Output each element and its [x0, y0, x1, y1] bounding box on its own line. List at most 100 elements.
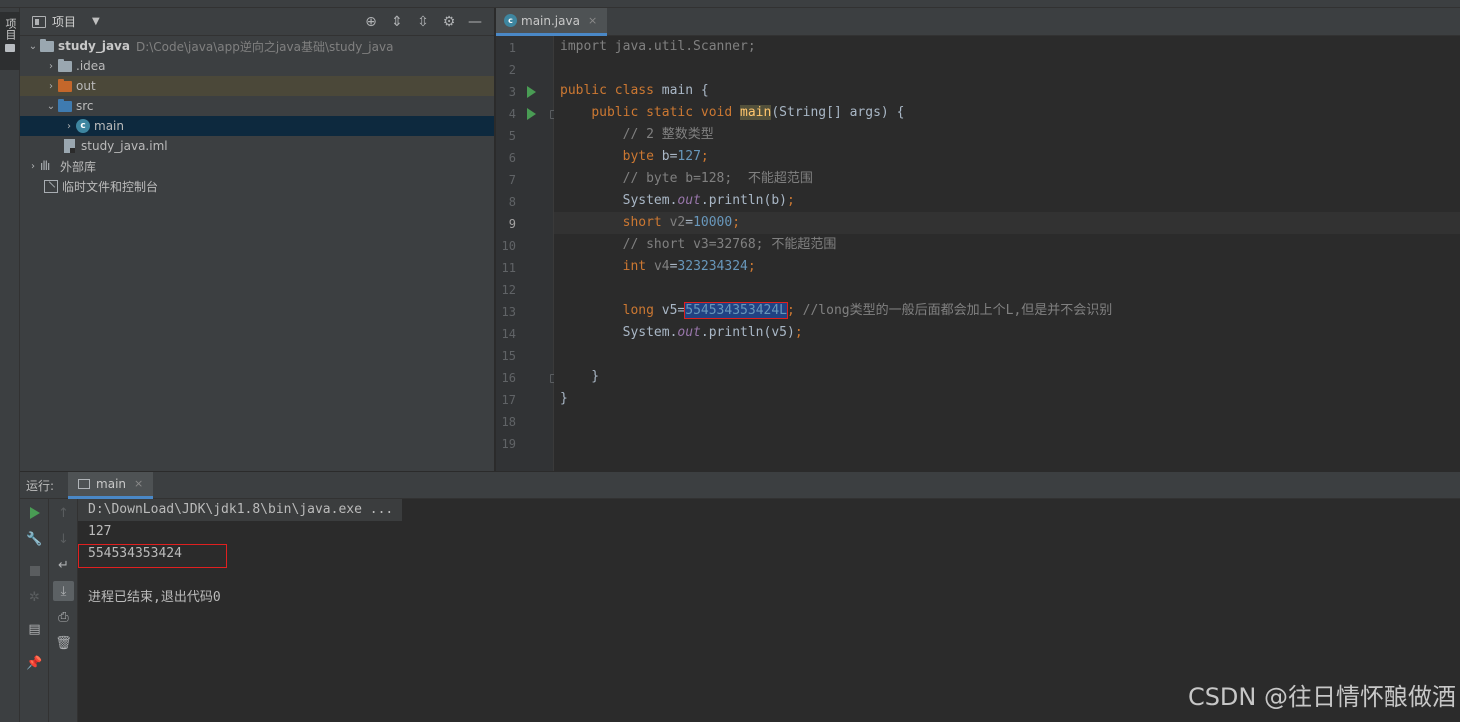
run-panel-header: 运行: main ×: [20, 471, 1460, 499]
trash-icon[interactable]: 🗑: [53, 633, 74, 653]
stop-button[interactable]: [24, 561, 45, 581]
source-folder-icon: [58, 98, 72, 112]
line-number: 10: [501, 239, 516, 253]
line-number: 12: [501, 283, 516, 297]
java-class-icon: c: [76, 119, 90, 133]
run-class-icon[interactable]: [527, 86, 536, 98]
tree-item-study-java[interactable]: ⌄ study_java D:\Code\java\app逆向之java基础\s…: [20, 36, 494, 56]
line-number: 14: [501, 327, 516, 341]
tree-item-label: .idea: [76, 59, 106, 73]
line-number: 17: [501, 393, 516, 407]
line-number: 15: [501, 349, 516, 363]
tree-item-label: study_java.iml: [81, 139, 168, 153]
layout-icon[interactable]: ▤: [24, 619, 45, 639]
tree-item-label: 临时文件和控制台: [62, 179, 159, 194]
chevron-down-icon[interactable]: ▼: [92, 16, 100, 27]
line-number: 6: [508, 151, 516, 165]
line-number: 5: [508, 129, 516, 143]
project-tool-label: 项目: [4, 18, 17, 40]
debug-icon[interactable]: ✲: [24, 587, 45, 607]
hide-icon[interactable]: —: [462, 13, 488, 31]
code-line: // byte b=128; 不能超范围: [622, 171, 813, 186]
close-icon[interactable]: ×: [134, 477, 143, 490]
project-panel-title[interactable]: 项目: [52, 13, 76, 30]
folder-icon: [58, 58, 72, 72]
code-line: int v4=323234324;: [622, 259, 756, 274]
tree-item-out[interactable]: › out: [20, 76, 494, 96]
title-bar-strip: [0, 0, 1460, 8]
chevron-right-icon[interactable]: ›: [26, 161, 40, 172]
wrench-icon[interactable]: 🔧: [24, 529, 45, 549]
library-icon: ıllı: [40, 159, 50, 173]
pin-icon[interactable]: 📌: [24, 653, 45, 673]
up-arrow-icon[interactable]: ↑: [53, 503, 74, 523]
project-tool-button[interactable]: 项目: [0, 12, 20, 70]
line-number: 9: [508, 217, 516, 231]
tree-item-idea[interactable]: › .idea: [20, 56, 494, 76]
down-arrow-icon[interactable]: ↓: [53, 529, 74, 549]
tree-item-main[interactable]: › c main: [20, 116, 494, 136]
code-line: public static void main(String[] args) {: [591, 105, 905, 120]
gear-icon[interactable]: ⚙: [436, 13, 462, 31]
code-line: System.out.println(b);: [560, 193, 795, 208]
project-panel: 项目 ▼ ⊕ ⇕ ⇳ ⚙ — ⌄ study_java D:\Code\java…: [20, 8, 495, 471]
close-icon[interactable]: ×: [588, 14, 597, 27]
terminal-icon: [78, 478, 91, 489]
tree-item-label: study_java: [58, 39, 130, 53]
tree-item-label: 外部库: [60, 159, 97, 174]
tree-item-label: main: [94, 119, 124, 133]
soft-wrap-icon[interactable]: ↵: [53, 555, 74, 575]
chevron-right-icon[interactable]: ›: [62, 121, 76, 132]
code-area[interactable]: import java.util.Scanner; public class m…: [554, 36, 1460, 471]
code-editor: c main.java × 1 2 3 4 5 6 7 8 9 10 11 12…: [496, 8, 1460, 471]
chevron-down-icon[interactable]: ⌄: [44, 101, 58, 112]
tree-item-external-libraries[interactable]: › ıllı 外部库: [20, 156, 494, 176]
tree-item-src[interactable]: ⌄ src: [20, 96, 494, 116]
run-tab-label: main: [96, 476, 127, 491]
editor-gutter: 1 2 3 4 5 6 7 8 9 10 11 12 13 14 15 16 1…: [496, 36, 559, 471]
run-toolbar: 🔧 ✲ ▤ 📌: [20, 499, 49, 722]
line-number: 19: [501, 437, 516, 451]
tab-main-java[interactable]: c main.java ×: [496, 8, 608, 36]
editor-tab-bar: c main.java ×: [496, 8, 1460, 36]
excluded-folder-icon: [58, 78, 72, 92]
file-icon: [64, 139, 75, 153]
project-panel-header: 项目 ▼ ⊕ ⇕ ⇳ ⚙ —: [20, 8, 494, 36]
folder-icon: [5, 44, 15, 52]
line-number: 13: [501, 305, 516, 319]
code-line: }: [560, 369, 600, 384]
collapse-all-icon[interactable]: ⇳: [410, 13, 436, 31]
chevron-right-icon[interactable]: ›: [44, 61, 58, 72]
chevron-down-icon[interactable]: ⌄: [26, 41, 40, 52]
locate-icon[interactable]: ⊕: [358, 13, 384, 31]
play-icon: [29, 507, 40, 519]
line-number: 8: [508, 195, 516, 209]
tree-item-iml[interactable]: study_java.iml: [20, 136, 494, 156]
code-line: byte b=127;: [622, 149, 709, 164]
tree-item-label: out: [76, 79, 96, 93]
line-number: 11: [501, 261, 516, 275]
console-output-line: 127: [88, 524, 112, 539]
line-number: 1: [508, 41, 516, 55]
run-tab-main[interactable]: main ×: [68, 471, 154, 499]
console-command: D:\DownLoad\JDK\jdk1.8\bin\java.exe ...: [88, 502, 394, 517]
print-icon[interactable]: ⎙: [53, 607, 74, 627]
run-method-icon[interactable]: [527, 108, 536, 120]
rerun-button[interactable]: [24, 503, 45, 523]
tree-item-path: D:\Code\java\app逆向之java基础\study_java: [135, 39, 394, 54]
tree-item-scratches[interactable]: 临时文件和控制台: [20, 176, 494, 196]
chevron-right-icon[interactable]: ›: [44, 81, 58, 92]
tree-item-label: src: [76, 99, 94, 113]
module-folder-icon: [40, 38, 54, 52]
left-tool-stripe: 项目: [0, 8, 20, 722]
line-number: 16: [501, 371, 516, 385]
annotation-box: [78, 544, 227, 568]
scroll-to-end-icon[interactable]: ⤓: [53, 581, 74, 601]
expand-all-icon[interactable]: ⇕: [384, 13, 410, 31]
stop-icon: [29, 566, 40, 576]
line-number: 18: [501, 415, 516, 429]
